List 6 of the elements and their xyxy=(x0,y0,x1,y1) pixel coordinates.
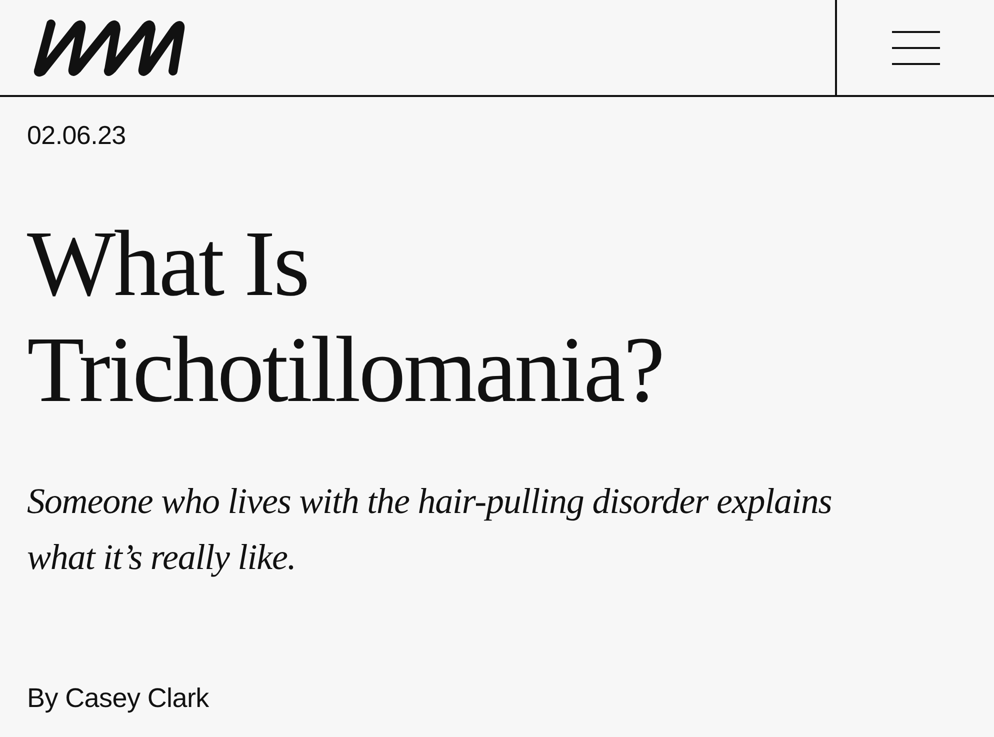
article-date: 02.06.23 xyxy=(27,119,127,151)
logo-icon[interactable] xyxy=(33,18,185,76)
article-subtitle: Someone who lives with the hair-pulling disorder explains what it’s really like. xyxy=(27,480,833,579)
article-byline: By Casey Clark xyxy=(27,682,210,715)
menu-icon xyxy=(892,30,940,64)
article-title: What Is Trichotillomania? xyxy=(27,211,664,423)
